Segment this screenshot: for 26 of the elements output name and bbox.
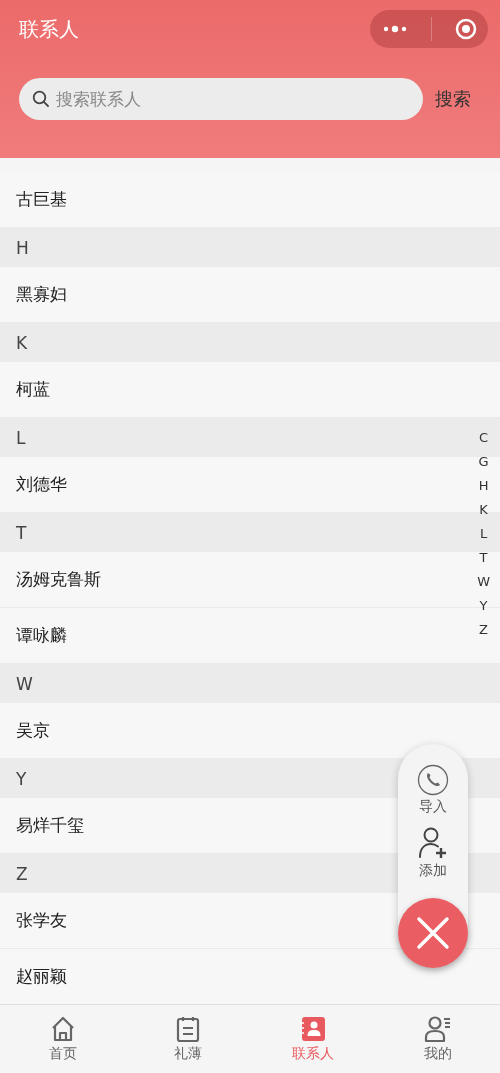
index-letter[interactable]: L: [479, 522, 488, 546]
close-icon[interactable]: [454, 18, 477, 40]
more-icon[interactable]: [381, 24, 408, 34]
index-letter[interactable]: H: [478, 474, 489, 498]
add-button[interactable]: 添加: [418, 826, 448, 880]
search-icon: [32, 90, 50, 108]
person-icon: [423, 1015, 452, 1043]
close-button[interactable]: [398, 898, 468, 968]
index-letter[interactable]: T: [479, 546, 488, 570]
search-field[interactable]: 搜索联系人: [19, 78, 423, 120]
tab-item[interactable]: 首页: [0, 1005, 125, 1073]
import-button[interactable]: 导入: [417, 764, 449, 816]
tab-item[interactable]: 礼薄: [125, 1005, 250, 1073]
page-title: 联系人: [19, 15, 79, 43]
tab-item[interactable]: 我的: [375, 1005, 500, 1073]
index-letter[interactable]: C: [479, 426, 489, 450]
close-icon: [416, 916, 450, 950]
phone-icon: [417, 764, 449, 796]
index-letter[interactable]: G: [478, 450, 489, 474]
index-letter[interactable]: K: [479, 498, 488, 522]
contact-book-icon: [298, 1015, 327, 1043]
search-button[interactable]: 搜索: [435, 87, 471, 111]
add-person-icon: [418, 826, 448, 860]
index-letter[interactable]: W: [477, 570, 490, 594]
index-letter[interactable]: Y: [479, 594, 488, 618]
index-letter[interactable]: Z: [479, 618, 488, 642]
